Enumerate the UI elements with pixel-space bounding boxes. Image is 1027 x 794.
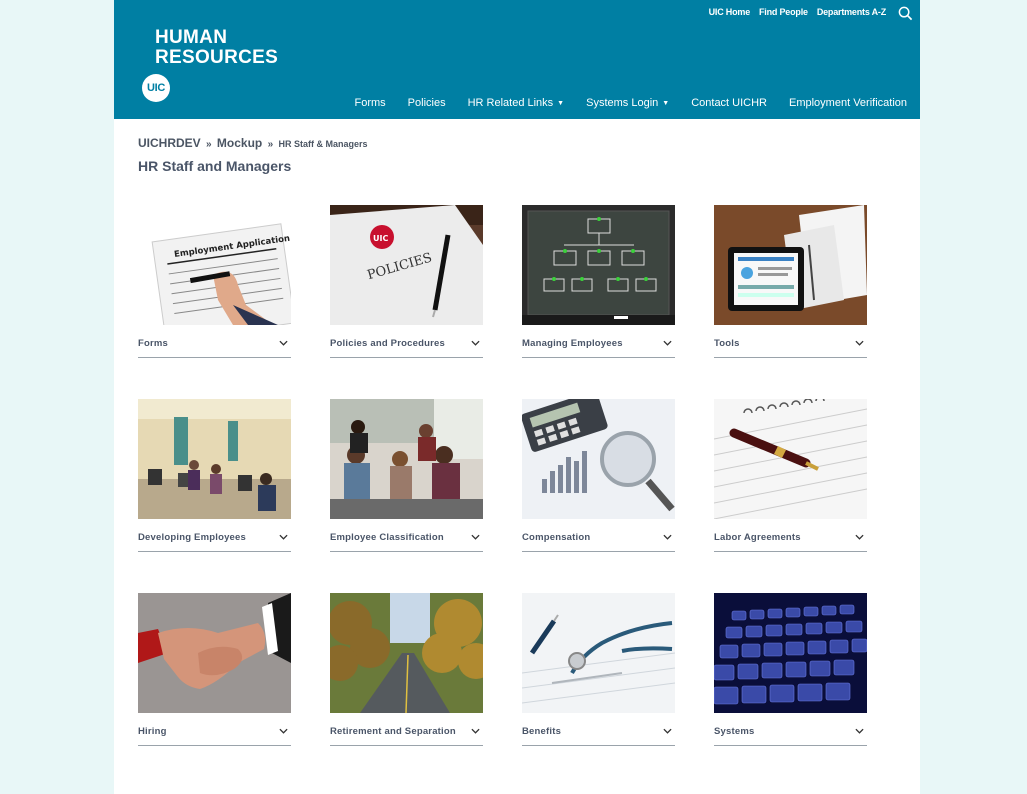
tile-employee-classification[interactable]: Employee Classification	[330, 399, 483, 552]
hiring-image[interactable]	[138, 593, 291, 713]
tile-label[interactable]: Compensation	[522, 531, 675, 552]
tile-systems[interactable]: Systems	[714, 593, 867, 746]
chevron-down-icon[interactable]	[855, 728, 864, 734]
nav-systems-login[interactable]: Systems Login ▼	[586, 97, 669, 109]
breadcrumb: UICHRDEV » Mockup » HR Staff & Managers	[138, 136, 368, 150]
hr-logo[interactable]: HUMAN RESOURCES	[155, 28, 278, 68]
chevron-down-icon[interactable]	[663, 340, 672, 346]
tile-label-text: Retirement and Separation	[330, 726, 456, 737]
nav-label: Policies	[407, 97, 446, 109]
logo-line-2: RESOURCES	[155, 47, 279, 68]
nav-policies[interactable]: Policies	[408, 97, 446, 109]
tile-label-text: Forms	[138, 338, 169, 349]
chevron-down-icon[interactable]	[279, 534, 288, 540]
chevron-down-icon[interactable]	[663, 728, 672, 734]
tile-label[interactable]: Retirement and Separation	[330, 725, 483, 746]
tile-label-text: Policies and Procedures	[330, 338, 445, 349]
policies-image[interactable]: UIC POLICIES	[330, 205, 483, 325]
tile-label-text: Hiring	[138, 726, 167, 737]
nav-label: Forms	[354, 97, 386, 109]
main-nav: Forms Policies HR Related Links ▼ Systems…	[333, 97, 908, 109]
tile-label[interactable]: Labor Agreements	[714, 531, 867, 552]
tile-compensation[interactable]: Compensation	[522, 399, 675, 552]
tile-labor-agreements[interactable]: Labor Agreements	[714, 399, 867, 552]
tile-label-text: Systems	[714, 726, 755, 737]
nav-contact-uichr[interactable]: Contact UICHR	[691, 97, 767, 109]
tile-benefits[interactable]: Benefits	[522, 593, 675, 746]
systems-image[interactable]	[714, 593, 867, 713]
nav-forms[interactable]: Forms	[355, 97, 386, 109]
caret-down-icon: ▼	[557, 99, 565, 107]
nav-label: HR Related Links	[467, 97, 554, 109]
tile-retirement-and-separation[interactable]: Retirement and Separation	[330, 593, 483, 746]
chevron-down-icon[interactable]	[279, 340, 288, 346]
utility-nav: UIC Home Find People Departments A-Z	[709, 7, 887, 17]
tile-policies-and-procedures[interactable]: UIC POLICIES Policies and Procedures	[330, 205, 483, 358]
nav-hr-related-links[interactable]: HR Related Links ▼	[468, 97, 565, 109]
retirement-image[interactable]	[330, 593, 483, 713]
caret-down-icon: ▼	[662, 99, 670, 107]
page-container: HUMAN RESOURCES UIC UIC Home Find People…	[114, 0, 920, 794]
employee-classification-image[interactable]	[330, 399, 483, 519]
tile-developing-employees[interactable]: Developing Employees	[138, 399, 291, 552]
chevron-down-icon[interactable]	[471, 728, 480, 734]
tile-label[interactable]: Benefits	[522, 725, 675, 746]
tile-managing-employees[interactable]: Managing Employees	[522, 205, 675, 358]
uic-home-link[interactable]: UIC Home	[709, 7, 751, 17]
chevron-down-icon[interactable]	[279, 728, 288, 734]
tile-label-text: Labor Agreements	[714, 532, 801, 543]
labor-agreements-image[interactable]	[714, 399, 867, 519]
find-people-link[interactable]: Find People	[759, 7, 808, 17]
tile-label-text: Developing Employees	[138, 532, 247, 543]
tile-label[interactable]: Managing Employees	[522, 337, 675, 358]
tile-label-text: Benefits	[522, 726, 562, 737]
uic-logo-badge[interactable]: UIC	[142, 74, 170, 102]
nav-employment-verification[interactable]: Employment Verification	[789, 97, 907, 109]
nav-label: Employment Verification	[789, 97, 907, 109]
breadcrumb-separator: »	[267, 139, 274, 150]
breadcrumb-uichrdev[interactable]: UICHRDEV	[138, 136, 201, 150]
site-header: HUMAN RESOURCES UIC UIC Home Find People…	[114, 0, 920, 119]
breadcrumb-current: HR Staff & Managers	[278, 139, 368, 149]
tile-label[interactable]: Policies and Procedures	[330, 337, 483, 358]
tile-label[interactable]: Employee Classification	[330, 531, 483, 552]
nav-label: Systems Login	[586, 97, 659, 109]
departments-az-link[interactable]: Departments A-Z	[817, 7, 886, 17]
tile-label-text: Managing Employees	[522, 338, 623, 349]
benefits-image[interactable]	[522, 593, 675, 713]
tile-label[interactable]: Developing Employees	[138, 531, 291, 552]
tile-label[interactable]: Systems	[714, 725, 867, 746]
developing-employees-image[interactable]	[138, 399, 291, 519]
breadcrumb-mockup[interactable]: Mockup	[217, 136, 262, 150]
chevron-down-icon[interactable]	[471, 340, 480, 346]
policies-image-badge: UIC	[373, 234, 388, 243]
tile-hiring[interactable]: Hiring	[138, 593, 291, 746]
forms-image[interactable]: Employment Application	[138, 205, 291, 325]
tile-label[interactable]: Hiring	[138, 725, 291, 746]
nav-label: Contact UICHR	[691, 97, 767, 109]
tile-tools[interactable]: Tools	[714, 205, 867, 358]
tile-label[interactable]: Forms	[138, 337, 291, 358]
tile-label[interactable]: Tools	[714, 337, 867, 358]
tile-forms[interactable]: Employment Application Forms	[138, 205, 291, 358]
chevron-down-icon[interactable]	[855, 340, 864, 346]
logo-line-1: HUMAN	[155, 27, 228, 48]
compensation-image[interactable]	[522, 399, 675, 519]
breadcrumb-separator: »	[206, 139, 212, 150]
chevron-down-icon[interactable]	[471, 534, 480, 540]
tile-label-text: Compensation	[522, 532, 591, 543]
managing-employees-image[interactable]	[522, 205, 675, 325]
tile-label-text: Tools	[714, 338, 740, 349]
chevron-down-icon[interactable]	[855, 534, 864, 540]
search-icon[interactable]	[898, 6, 913, 21]
tools-image[interactable]	[714, 205, 867, 325]
chevron-down-icon[interactable]	[663, 534, 672, 540]
page-title: HR Staff and Managers	[138, 158, 292, 174]
tile-label-text: Employee Classification	[330, 532, 444, 543]
